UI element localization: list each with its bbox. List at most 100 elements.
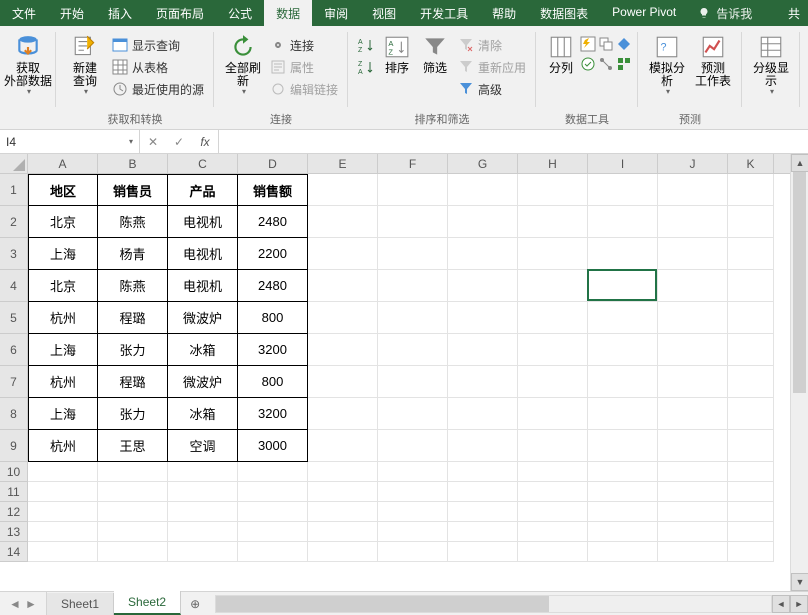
- row-header[interactable]: 3: [0, 238, 27, 270]
- tab-插入[interactable]: 插入: [96, 0, 144, 26]
- cell[interactable]: 张力: [98, 334, 168, 366]
- cell[interactable]: [448, 430, 518, 462]
- scroll-right-button[interactable]: ►: [790, 595, 808, 613]
- col-header[interactable]: H: [518, 154, 588, 173]
- cell[interactable]: [518, 270, 588, 302]
- cell[interactable]: 800: [238, 366, 308, 398]
- row-header[interactable]: 13: [0, 522, 27, 542]
- cell[interactable]: [168, 522, 238, 542]
- cell[interactable]: [728, 174, 774, 206]
- tab-Power Pivot[interactable]: Power Pivot: [600, 0, 688, 26]
- cell[interactable]: 2200: [238, 238, 308, 270]
- cell[interactable]: [658, 482, 728, 502]
- cell[interactable]: [308, 430, 378, 462]
- formula-input[interactable]: [219, 130, 808, 153]
- tab-数据图表[interactable]: 数据图表: [528, 0, 600, 26]
- cell[interactable]: 程璐: [98, 366, 168, 398]
- nav-next-icon[interactable]: ►: [24, 597, 38, 611]
- cell[interactable]: [518, 366, 588, 398]
- cell[interactable]: 2480: [238, 206, 308, 238]
- filter-button[interactable]: 筛选: [416, 30, 454, 100]
- cell[interactable]: [448, 522, 518, 542]
- cell[interactable]: [378, 270, 448, 302]
- cell[interactable]: [518, 398, 588, 430]
- advanced-filter-button[interactable]: 高级: [454, 78, 530, 100]
- cell[interactable]: [728, 398, 774, 430]
- cell[interactable]: [518, 302, 588, 334]
- cell[interactable]: [98, 482, 168, 502]
- cell[interactable]: [98, 542, 168, 562]
- sort-az-button[interactable]: AZ: [354, 34, 378, 56]
- nav-prev-icon[interactable]: ◄: [8, 597, 22, 611]
- cell[interactable]: [588, 366, 658, 398]
- cell[interactable]: [308, 366, 378, 398]
- cell[interactable]: [588, 482, 658, 502]
- row-header[interactable]: 7: [0, 366, 27, 398]
- cell[interactable]: [378, 398, 448, 430]
- tab-审阅[interactable]: 审阅: [312, 0, 360, 26]
- cell[interactable]: [308, 302, 378, 334]
- forecast-sheet-button[interactable]: 预测 工作表: [690, 30, 736, 100]
- relationships-icon[interactable]: [598, 56, 614, 72]
- cell[interactable]: [238, 482, 308, 502]
- cell[interactable]: [518, 430, 588, 462]
- manage-data-model-icon[interactable]: [616, 56, 632, 72]
- cell[interactable]: [448, 542, 518, 562]
- cell[interactable]: [448, 334, 518, 366]
- from-table-button[interactable]: 从表格: [108, 56, 208, 78]
- tab-页面布局[interactable]: 页面布局: [144, 0, 216, 26]
- cell[interactable]: [588, 462, 658, 482]
- cell[interactable]: [448, 238, 518, 270]
- cell[interactable]: 冰箱: [168, 398, 238, 430]
- cell[interactable]: [308, 174, 378, 206]
- col-header[interactable]: I: [588, 154, 658, 173]
- cell[interactable]: 陈燕: [98, 270, 168, 302]
- cell[interactable]: [168, 502, 238, 522]
- cell[interactable]: [308, 334, 378, 366]
- cell[interactable]: [378, 302, 448, 334]
- cell[interactable]: 上海: [28, 334, 98, 366]
- cell[interactable]: 杭州: [28, 366, 98, 398]
- cell[interactable]: [658, 398, 728, 430]
- cell[interactable]: [728, 482, 774, 502]
- cell[interactable]: [378, 522, 448, 542]
- cell[interactable]: 上海: [28, 238, 98, 270]
- cell[interactable]: [588, 542, 658, 562]
- get-external-data-button[interactable]: 获取 外部数据▾: [5, 30, 51, 100]
- tab-数据[interactable]: 数据: [264, 0, 312, 26]
- remove-duplicates-icon[interactable]: [598, 36, 614, 52]
- row-header[interactable]: 8: [0, 398, 27, 430]
- cell[interactable]: [308, 542, 378, 562]
- cells-area[interactable]: 地区销售员产品销售额北京陈燕电视机2480上海杨青电视机2200北京陈燕电视机2…: [28, 174, 808, 591]
- cell[interactable]: [238, 502, 308, 522]
- name-box[interactable]: I4 ▾: [0, 130, 140, 153]
- outline-button[interactable]: 分级显示▾: [748, 30, 794, 100]
- cell[interactable]: [518, 482, 588, 502]
- cell[interactable]: 2480: [238, 270, 308, 302]
- cell[interactable]: [378, 462, 448, 482]
- tell-me[interactable]: 告诉我: [688, 0, 762, 26]
- row-header[interactable]: 14: [0, 542, 27, 562]
- cell[interactable]: [98, 462, 168, 482]
- cell[interactable]: [448, 302, 518, 334]
- cell[interactable]: [378, 334, 448, 366]
- scroll-up-button[interactable]: ▲: [791, 154, 808, 172]
- vertical-scrollbar[interactable]: ▲ ▼: [790, 154, 808, 591]
- cell[interactable]: 上海: [28, 398, 98, 430]
- cell[interactable]: [168, 542, 238, 562]
- sheet-tab[interactable]: Sheet1: [47, 593, 114, 615]
- cell[interactable]: [448, 270, 518, 302]
- cell[interactable]: [308, 522, 378, 542]
- cell[interactable]: 3200: [238, 398, 308, 430]
- row-header[interactable]: 1: [0, 174, 27, 206]
- row-header[interactable]: 11: [0, 482, 27, 502]
- cell[interactable]: [658, 270, 728, 302]
- cell[interactable]: [518, 206, 588, 238]
- scroll-down-button[interactable]: ▼: [791, 573, 808, 591]
- cell[interactable]: [728, 206, 774, 238]
- col-header[interactable]: B: [98, 154, 168, 173]
- scroll-left-button[interactable]: ◄: [772, 595, 790, 613]
- cell[interactable]: [728, 366, 774, 398]
- new-query-button[interactable]: 新建 查询▾: [62, 30, 108, 100]
- cell[interactable]: 800: [238, 302, 308, 334]
